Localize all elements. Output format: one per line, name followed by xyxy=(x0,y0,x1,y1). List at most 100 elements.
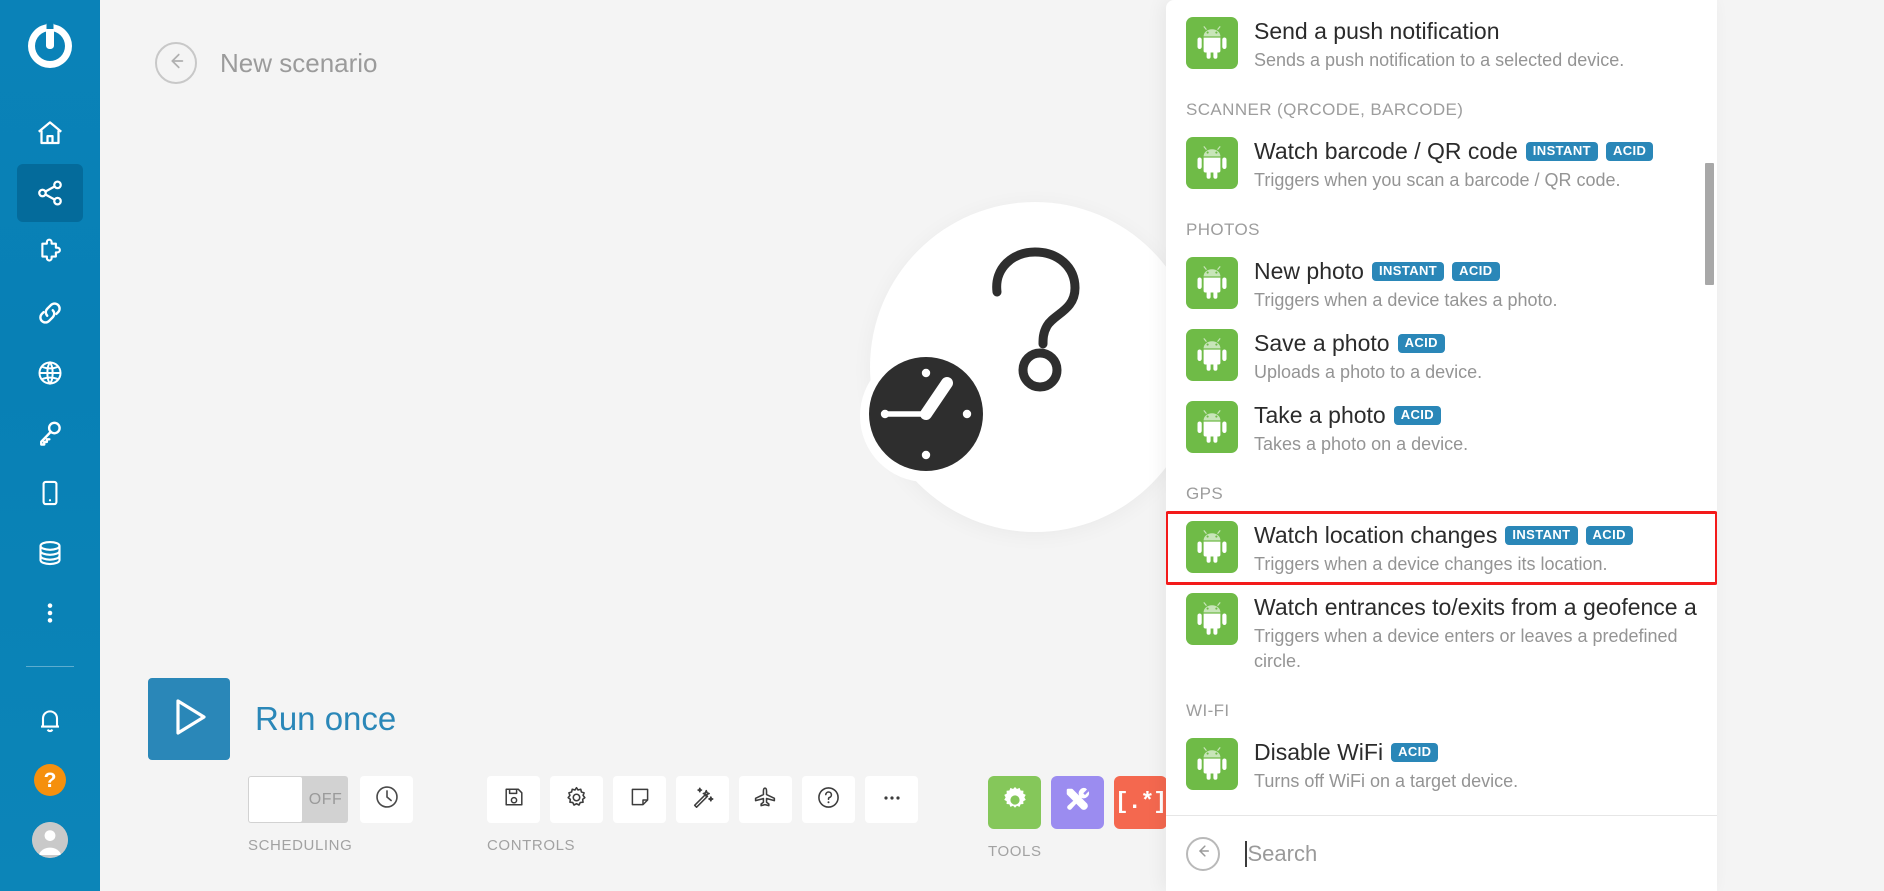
module-item-title: Save a photo xyxy=(1254,330,1390,356)
sidebar-item-notifications[interactable] xyxy=(17,691,83,749)
status-badge: INSTANT xyxy=(1525,142,1598,162)
run-once-button[interactable] xyxy=(148,678,230,760)
module-list-item[interactable]: Watch entrances to/exits from a geofence… xyxy=(1166,584,1717,681)
magic-wand-icon xyxy=(690,785,715,815)
module-item-title: Watch barcode / QR code xyxy=(1254,138,1518,164)
toggle-state-label: OFF xyxy=(308,790,343,808)
sidebar-item-webhooks[interactable] xyxy=(17,344,83,402)
sidebar-item-help[interactable]: ? xyxy=(17,751,83,809)
clock-badge xyxy=(860,350,992,482)
module-item-title-row: Watch barcode / QR code INSTANT ACID xyxy=(1254,137,1701,165)
module-list-item[interactable]: Disable WiFi ACID Turns off WiFi on a targ… xyxy=(1166,729,1717,801)
status-badge: ACID xyxy=(1605,142,1654,162)
home-icon xyxy=(35,118,65,148)
user-avatar-icon xyxy=(32,822,68,858)
module-item-description: Turns off WiFi on a target device. xyxy=(1254,771,1519,791)
sidebar-item-scenarios[interactable] xyxy=(17,164,83,222)
sidebar-item-home[interactable] xyxy=(17,104,83,162)
tools-group-label: TOOLS xyxy=(988,843,1042,860)
schedule-settings-button[interactable] xyxy=(360,776,413,823)
search-back-button[interactable] xyxy=(1186,836,1220,871)
status-badge: ACID xyxy=(1397,334,1445,354)
sidebar-item-data-stores[interactable] xyxy=(17,524,83,582)
toolbar-group-controls: CONTROLS xyxy=(487,776,918,854)
sidebar-item-devices[interactable] xyxy=(17,464,83,522)
scheduling-toggle[interactable]: OFF xyxy=(248,776,348,823)
module-list-item[interactable]: Take a photo ACID Takes a photo on a devic… xyxy=(1166,392,1717,464)
clock-icon xyxy=(868,356,984,477)
module-item-text: New photo INSTANT ACID Triggers when a devi… xyxy=(1254,255,1701,313)
help-button[interactable] xyxy=(802,776,855,823)
module-list[interactable]: Send a push notification Sends a push not… xyxy=(1166,0,1717,815)
android-icon xyxy=(1186,137,1238,189)
back-button[interactable] xyxy=(155,42,197,84)
module-section-label: SCANNER (QRCODE, BARCODE) xyxy=(1186,100,1464,119)
run-once-label[interactable]: Run once xyxy=(255,700,396,738)
status-badge: ACID xyxy=(1393,406,1442,426)
explore-button[interactable] xyxy=(739,776,792,823)
arrow-left-circle-icon xyxy=(165,50,187,77)
tools-gear-button[interactable] xyxy=(988,776,1041,829)
toolbar-group-tools: [.*] TOOLS xyxy=(988,776,1167,860)
search-input[interactable]: Search xyxy=(1245,834,1717,874)
sidebar-item-more[interactable] xyxy=(17,584,83,642)
module-list-item[interactable]: Send a push notification Sends a push not… xyxy=(1166,8,1717,80)
module-item-title: Take a photo xyxy=(1254,402,1386,428)
toggle-knob xyxy=(249,777,302,822)
gear-icon xyxy=(564,785,589,815)
question-mark-icon xyxy=(980,244,1092,399)
panel-scrollbar-thumb[interactable] xyxy=(1705,163,1714,286)
mobile-icon xyxy=(36,479,64,507)
module-section-label: PHOTOS xyxy=(1186,220,1260,239)
integromat-logo-icon[interactable] xyxy=(22,18,78,74)
sidebar-item-keys[interactable] xyxy=(17,404,83,462)
module-picker-panel: Send a push notification Sends a push not… xyxy=(1166,0,1717,891)
more-button[interactable] xyxy=(865,776,918,823)
tools-repair-button[interactable] xyxy=(1051,776,1104,829)
link-icon xyxy=(35,298,65,328)
gear-icon xyxy=(1000,785,1030,820)
auto-align-button[interactable] xyxy=(676,776,729,823)
module-item-title-row: Take a photo ACID xyxy=(1254,401,1701,429)
android-icon xyxy=(1186,738,1238,790)
module-list-item[interactable]: Save a photo ACID Uploads a photo to a dev… xyxy=(1166,320,1717,392)
toolbar-group-scheduling: OFF SCHEDULING xyxy=(248,776,413,854)
clock-icon xyxy=(374,784,400,815)
module-item-text: Take a photo ACID Takes a photo on a devic… xyxy=(1254,399,1701,457)
sidebar-divider xyxy=(26,666,74,667)
panel-scrollbar-track[interactable] xyxy=(1705,0,1714,815)
module-item-description: Triggers when a device changes its locat… xyxy=(1254,554,1608,574)
module-item-text: Save a photo ACID Uploads a photo to a dev… xyxy=(1254,327,1701,385)
notes-button[interactable] xyxy=(613,776,666,823)
run-once-row: Run once xyxy=(148,678,396,760)
share-icon xyxy=(35,178,65,208)
text-caret xyxy=(1245,840,1247,867)
tools-regex-button[interactable]: [.*] xyxy=(1114,776,1167,829)
play-triangle-icon xyxy=(167,695,211,744)
left-sidebar: ? xyxy=(0,0,100,891)
module-list-item[interactable]: Watch location changes INSTANT ACID Trigger… xyxy=(1166,511,1717,585)
globe-icon xyxy=(36,359,64,387)
sidebar-item-templates[interactable] xyxy=(17,224,83,282)
question-mark-icon: ? xyxy=(34,764,66,796)
integromat-scenario-editor: ? New scenario Run once OFF SCHEDULING C… xyxy=(0,0,1884,891)
module-list-item[interactable]: Watch barcode / QR code INSTANT ACID Trigge… xyxy=(1166,128,1717,200)
save-button[interactable] xyxy=(487,776,540,823)
status-badge: INSTANT xyxy=(1505,526,1578,546)
settings-button[interactable] xyxy=(550,776,603,823)
module-item-title-row: Watch location changes INSTANT ACID xyxy=(1254,521,1701,549)
status-badge: ACID xyxy=(1585,526,1633,546)
database-icon xyxy=(35,538,65,568)
toolbar-groups: OFF SCHEDULING CONTROLS [.*] TOOLS xyxy=(248,776,1167,860)
sidebar-item-account[interactable] xyxy=(17,811,83,869)
sidebar-item-connections[interactable] xyxy=(17,284,83,342)
module-item-text: Disable WiFi ACID Turns off WiFi on a targ… xyxy=(1254,736,1701,794)
module-list-item[interactable]: New photo INSTANT ACID Triggers when a devi… xyxy=(1166,248,1717,320)
paper-plane-icon xyxy=(753,785,778,815)
module-item-title: Send a push notification xyxy=(1254,18,1500,44)
module-item-description: Uploads a photo to a device. xyxy=(1254,362,1483,382)
module-item-text: Send a push notification Sends a push not… xyxy=(1254,15,1701,73)
scheduling-group-label: SCHEDULING xyxy=(248,837,353,854)
module-item-title-row: New photo INSTANT ACID xyxy=(1254,257,1701,285)
arrow-left-circle-icon xyxy=(1194,842,1212,865)
